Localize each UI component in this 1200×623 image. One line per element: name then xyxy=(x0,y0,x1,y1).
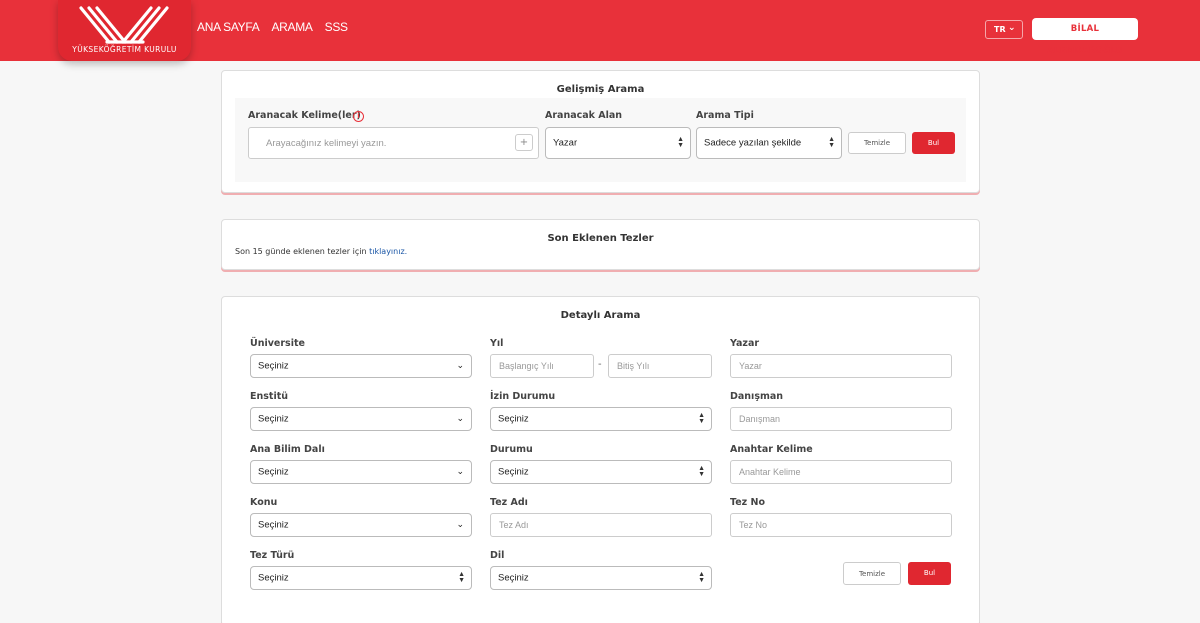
top-navbar: YÜKSEKÖĞRETİM KURULU ANA SAYFA ARAMA SSS… xyxy=(0,0,1200,61)
konu-label: Konu xyxy=(250,497,278,508)
ana-bilim-value: Seçiniz xyxy=(258,466,289,478)
nav-ana-sayfa[interactable]: ANA SAYFA xyxy=(197,20,260,34)
enstitu-value: Seçiniz xyxy=(258,413,289,425)
detailed-search-title: Detaylı Arama xyxy=(560,310,641,321)
yazar-placeholder: Yazar xyxy=(739,361,762,371)
select-arrows-icon: ▲ ▼ xyxy=(698,571,705,584)
tez-turu-value: Seçiniz xyxy=(258,572,289,584)
search-type-label: Arama Tipi xyxy=(696,110,754,121)
select-arrows-icon: ▲ ▼ xyxy=(698,465,705,478)
tez-turu-label: Tez Türü xyxy=(250,550,295,561)
advanced-search-panel: Aranacak Kelime(ler) i Arayacağınız keli… xyxy=(235,98,966,182)
recent-theses-description: Son 15 günde eklenen tezler için xyxy=(235,247,367,256)
recent-theses-text: Son 15 günde eklenen tezler için tıklayı… xyxy=(235,247,407,256)
user-menu-button[interactable]: BİLAL ALEMDAROĞLU xyxy=(1032,18,1138,56)
tez-no-label: Tez No xyxy=(730,497,765,508)
tez-no-input[interactable]: Tez No xyxy=(730,513,952,537)
select-arrows-icon: ▲ ▼ xyxy=(828,136,835,149)
universite-value: Seçiniz xyxy=(258,360,289,372)
search-field-select[interactable]: Yazar ▲ ▼ xyxy=(545,127,691,159)
chevron-down-icon: ⌄ xyxy=(456,359,464,370)
search-field-label: Aranacak Alan xyxy=(545,110,623,121)
danisman-label: Danışman xyxy=(730,391,784,402)
recent-theses-card: Son Eklenen Tezler Son 15 günde eklenen … xyxy=(221,219,980,270)
universite-select[interactable]: Seçiniz ⌄ xyxy=(250,354,472,378)
dil-select[interactable]: Seçiniz ▲ ▼ xyxy=(490,566,712,590)
detailed-find-button[interactable]: Bul xyxy=(908,562,951,585)
keyword-label: Aranacak Kelime(ler) xyxy=(248,110,361,121)
clear-button[interactable]: Temizle xyxy=(848,132,906,154)
tez-turu-select[interactable]: Seçiniz ▲ ▼ xyxy=(250,566,472,590)
tez-adi-input[interactable]: Tez Adı xyxy=(490,513,712,537)
chevron-down-icon: ⌄ xyxy=(456,412,464,423)
end-year-input[interactable]: Bitiş Yılı xyxy=(608,354,712,378)
advanced-search-card: Gelişmiş Arama Aranacak Kelime(ler) i Ar… xyxy=(221,70,980,193)
search-type-value: Sadece yazılan şekilde xyxy=(704,137,802,149)
izin-select[interactable]: Seçiniz ▲ ▼ xyxy=(490,407,712,431)
detailed-search-card: Detaylı Arama Üniversite Seçiniz ⌄ Ensti… xyxy=(221,296,980,623)
year-range-separator: - xyxy=(598,359,602,370)
durumu-label: Durumu xyxy=(490,444,533,455)
advanced-search-title: Gelişmiş Arama xyxy=(556,84,645,95)
konu-value: Seçiniz xyxy=(258,519,289,531)
start-year-placeholder: Başlangıç Yılı xyxy=(499,361,554,371)
yok-logo-icon xyxy=(79,6,169,44)
enstitu-select[interactable]: Seçiniz ⌄ xyxy=(250,407,472,431)
nav-sss[interactable]: SSS xyxy=(325,20,348,34)
izin-value: Seçiniz xyxy=(498,413,529,425)
konu-select[interactable]: Seçiniz ⌄ xyxy=(250,513,472,537)
nav-arama[interactable]: ARAMA xyxy=(271,20,312,34)
yil-label: Yıl xyxy=(490,338,504,349)
chevron-down-icon: ⌄ xyxy=(456,518,464,529)
start-year-input[interactable]: Başlangıç Yılı xyxy=(490,354,594,378)
yazar-label: Yazar xyxy=(730,338,760,349)
anahtar-label: Anahtar Kelime xyxy=(730,444,813,455)
language-value: TR xyxy=(994,25,1006,34)
recent-theses-link[interactable]: tıklayınız. xyxy=(369,247,407,256)
yok-logo[interactable]: YÜKSEKÖĞRETİM KURULU xyxy=(58,0,191,61)
tez-no-placeholder: Tez No xyxy=(739,520,768,530)
detailed-clear-button[interactable]: Temizle xyxy=(843,562,901,585)
logo-text: YÜKSEKÖĞRETİM KURULU xyxy=(72,45,177,54)
recent-theses-title: Son Eklenen Tezler xyxy=(547,233,654,244)
search-field-value: Yazar xyxy=(553,137,578,149)
dil-value: Seçiniz xyxy=(498,572,529,584)
durumu-value: Seçiniz xyxy=(498,466,529,478)
end-year-placeholder: Bitiş Yılı xyxy=(617,361,650,371)
select-arrows-icon: ▲ ▼ xyxy=(677,136,684,149)
chevron-down-icon: ⌄ xyxy=(1008,23,1016,33)
keyword-placeholder: Arayacağınız kelimeyi yazın. xyxy=(266,138,387,149)
keyword-input[interactable]: Arayacağınız kelimeyi yazın. + xyxy=(248,127,539,159)
universite-label: Üniversite xyxy=(250,338,305,349)
enstitu-label: Enstitü xyxy=(250,391,289,402)
danisman-placeholder: Danışman xyxy=(739,414,781,424)
ana-bilim-select[interactable]: Seçiniz ⌄ xyxy=(250,460,472,484)
izin-label: İzin Durumu xyxy=(490,391,556,402)
tez-adi-placeholder: Tez Adı xyxy=(499,520,529,530)
dil-label: Dil xyxy=(490,550,505,561)
yazar-input[interactable]: Yazar xyxy=(730,354,952,378)
main-nav: ANA SAYFA ARAMA SSS xyxy=(197,20,348,34)
language-selector[interactable]: TR ⌄ xyxy=(985,20,1023,39)
ana-bilim-label: Ana Bilim Dalı xyxy=(250,444,325,455)
danisman-input[interactable]: Danışman xyxy=(730,407,952,431)
info-icon[interactable]: i xyxy=(353,111,364,122)
anahtar-placeholder: Anahtar Kelime xyxy=(739,467,801,477)
tez-adi-label: Tez Adı xyxy=(490,497,528,508)
select-arrows-icon: ▲ ▼ xyxy=(698,412,705,425)
select-arrows-icon: ▲ ▼ xyxy=(458,571,465,584)
add-keyword-button[interactable]: + xyxy=(515,134,533,151)
find-button[interactable]: Bul xyxy=(912,132,955,154)
anahtar-input[interactable]: Anahtar Kelime xyxy=(730,460,952,484)
chevron-down-icon: ⌄ xyxy=(456,465,464,476)
durumu-select[interactable]: Seçiniz ▲ ▼ xyxy=(490,460,712,484)
search-type-select[interactable]: Sadece yazılan şekilde ▲ ▼ xyxy=(696,127,842,159)
